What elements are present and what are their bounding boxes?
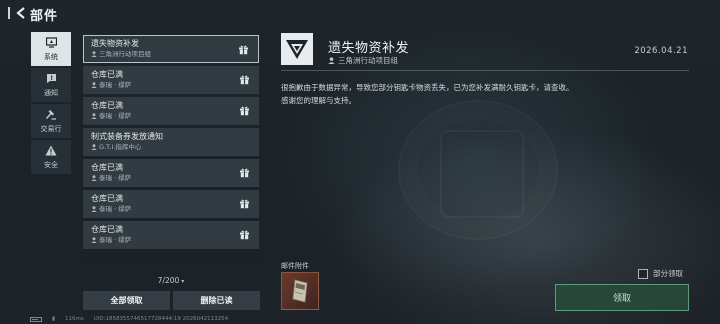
mail-sender-name: 泰瑞 · 缪萨 <box>99 112 132 120</box>
list-item[interactable]: 仓库已满 泰瑞 · 缪萨 <box>83 190 259 218</box>
attachments-label: 邮件附件 <box>281 262 309 270</box>
sidebar-item-label: 安全 <box>44 160 58 169</box>
list-item[interactable]: 仓库已满 泰瑞 · 缪萨 <box>83 66 259 94</box>
sidebar-item-label: 交易行 <box>40 124 62 133</box>
sidebar-item-label: 通知 <box>44 88 58 97</box>
back-button[interactable] <box>8 5 28 21</box>
sidebar-item-security[interactable]: 安全 <box>31 140 71 174</box>
mail-body-line: 感谢您的理解与支持。 <box>281 96 356 105</box>
sidebar-item-market[interactable]: 交易行 <box>31 104 71 138</box>
delta-logo-icon <box>286 40 308 59</box>
claim-button[interactable]: 领取 <box>555 284 689 311</box>
claim-all-button[interactable]: 全部领取 <box>83 291 170 310</box>
mail-sender-name: 泰瑞 · 缪萨 <box>99 81 132 89</box>
status-footer: ▮ 116ms UID:1858355746517728444:19 20260… <box>30 316 238 322</box>
list-item[interactable]: 仓库已满 泰瑞 · 缪萨 <box>83 97 259 125</box>
count-flag-icon: ▾ <box>181 278 185 285</box>
mail-detail-title: 遗失物资补发 <box>328 41 410 56</box>
list-item[interactable]: 制式装备券发放通知 G.T.I.指挥中心 <box>83 128 259 156</box>
gift-icon <box>239 45 248 55</box>
mail-sender: 泰瑞 · 缪萨 <box>91 235 259 245</box>
chevron-left-icon <box>16 7 25 19</box>
mail-detail-sender: 三角洲行动项目组 <box>328 55 398 66</box>
mail-sender-name: 泰瑞 · 缪萨 <box>99 205 132 213</box>
mail-sender: 泰瑞 · 缪萨 <box>91 111 259 121</box>
attachment-item[interactable] <box>281 272 319 310</box>
list-item[interactable]: 仓库已满 泰瑞 · 缪萨 <box>83 221 259 249</box>
keycard-icon <box>292 279 308 303</box>
mail-sender-name: 三角洲行动项目组 <box>99 50 151 58</box>
person-icon <box>91 206 97 212</box>
battery-icon <box>30 316 42 322</box>
mail-body-line: 很抱歉由于数据异常，导致您部分钥匙卡物资丢失，已为您补发满耐久钥匙卡，请查收。 <box>281 83 574 92</box>
partial-claim-checkbox[interactable] <box>638 268 648 279</box>
list-item[interactable]: 仓库已满 泰瑞 · 缪萨 <box>83 159 259 187</box>
gift-icon <box>240 199 249 209</box>
system-icon <box>45 37 57 49</box>
person-icon <box>91 113 97 119</box>
mail-detail-sender-name: 三角洲行动项目组 <box>338 56 398 65</box>
gift-icon <box>240 106 249 116</box>
partial-claim-label: 部分领取 <box>653 269 683 278</box>
sender-logo <box>281 33 313 65</box>
sidebar-item-system[interactable]: 系统 <box>31 32 71 66</box>
warning-icon <box>45 145 57 157</box>
detail-divider <box>281 70 689 71</box>
mail-sender-name: 泰瑞 · 缪萨 <box>99 236 132 244</box>
mail-title: 仓库已满 <box>91 225 123 234</box>
page-title: 部件 <box>30 9 59 24</box>
mail-title: 仓库已满 <box>91 70 123 79</box>
partial-claim-toggle[interactable]: 部分领取 <box>638 268 683 279</box>
uid-text: UID:1858355746517728444:19 2026042113254 <box>93 316 229 322</box>
mail-title: 遗失物资补发 <box>91 39 139 48</box>
sidebar: 系统 通知 交易行 安全 <box>31 32 71 176</box>
mail-sender-name: 泰瑞 · 缪萨 <box>99 174 132 182</box>
mail-sender: 泰瑞 · 缪萨 <box>91 80 259 90</box>
signal-icon: ▮ <box>52 316 56 322</box>
header: 部件 <box>0 0 720 26</box>
person-icon <box>91 82 97 88</box>
person-icon <box>328 57 335 64</box>
person-icon <box>91 175 97 181</box>
list-scroll-fade <box>83 255 259 261</box>
sidebar-item-notice[interactable]: 通知 <box>31 68 71 102</box>
mail-title: 仓库已满 <box>91 194 123 203</box>
list-item[interactable]: 遗失物资补发 三角洲行动项目组 <box>83 35 259 63</box>
mail-title: 制式装备券发放通知 <box>91 132 163 141</box>
gift-icon <box>240 168 249 178</box>
mail-sender-name: G.T.I.指挥中心 <box>99 143 142 151</box>
mail-date: 2026.04.21 <box>634 46 688 56</box>
back-divider <box>8 7 10 19</box>
hammer-icon <box>45 109 57 121</box>
mail-count-text: 7/200 <box>157 276 180 285</box>
gift-icon <box>240 230 249 240</box>
ping-text: 116ms <box>65 316 84 322</box>
gift-icon <box>240 75 249 85</box>
mail-count: 7/200 ▾ <box>83 276 259 285</box>
person-icon <box>91 237 97 243</box>
sidebar-item-label: 系统 <box>44 52 58 61</box>
mail-sender: 三角洲行动项目组 <box>91 49 258 59</box>
delete-read-button[interactable]: 删除已读 <box>173 291 260 310</box>
mail-title: 仓库已满 <box>91 101 123 110</box>
mail-sender: 泰瑞 · 缪萨 <box>91 173 259 183</box>
person-icon <box>91 144 97 150</box>
mail-list: 遗失物资补发 三角洲行动项目组 仓库已满 泰瑞 · 缪萨 仓库已满 泰瑞 · 缪… <box>83 35 259 261</box>
person-icon <box>91 51 97 57</box>
background-emblem <box>398 100 558 240</box>
mail-title: 仓库已满 <box>91 163 123 172</box>
mail-sender: G.T.I.指挥中心 <box>91 142 259 152</box>
notice-icon <box>46 73 57 85</box>
mail-body: 很抱歉由于数据异常，导致您部分钥匙卡物资丢失，已为您补发满耐久钥匙卡，请查收。 … <box>281 81 691 107</box>
mail-sender: 泰瑞 · 缪萨 <box>91 204 259 214</box>
